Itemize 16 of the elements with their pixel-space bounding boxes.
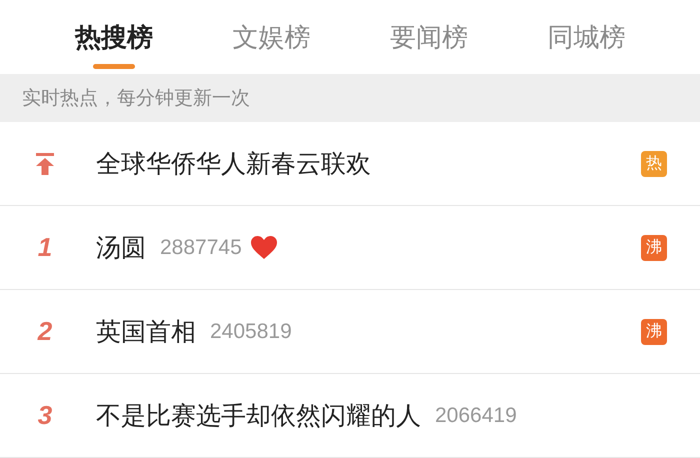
topic-title[interactable]: 汤圆: [96, 231, 146, 264]
heat-count: 2887745: [160, 236, 242, 260]
rank-number: 2: [38, 316, 52, 347]
tab[interactable]: 热搜榜: [74, 20, 153, 55]
banner-text: 实时热点，每分钟更新一次: [22, 86, 250, 111]
heat-count: 2405819: [210, 320, 292, 344]
topic-title[interactable]: 全球华侨华人新春云联欢: [96, 147, 371, 180]
rank-number: 3: [38, 400, 52, 431]
hot-badge: 沸: [641, 234, 667, 260]
heat-count: 2066419: [435, 404, 517, 428]
hot-badge: 沸: [641, 318, 667, 344]
hot-badge: 热: [641, 150, 667, 176]
rank-number: 1: [38, 232, 52, 263]
topic-title[interactable]: 英国首相: [96, 315, 196, 348]
pin-top-icon: [35, 152, 55, 174]
topic-title[interactable]: 不是比赛选手却依然闪耀的人: [96, 399, 421, 432]
